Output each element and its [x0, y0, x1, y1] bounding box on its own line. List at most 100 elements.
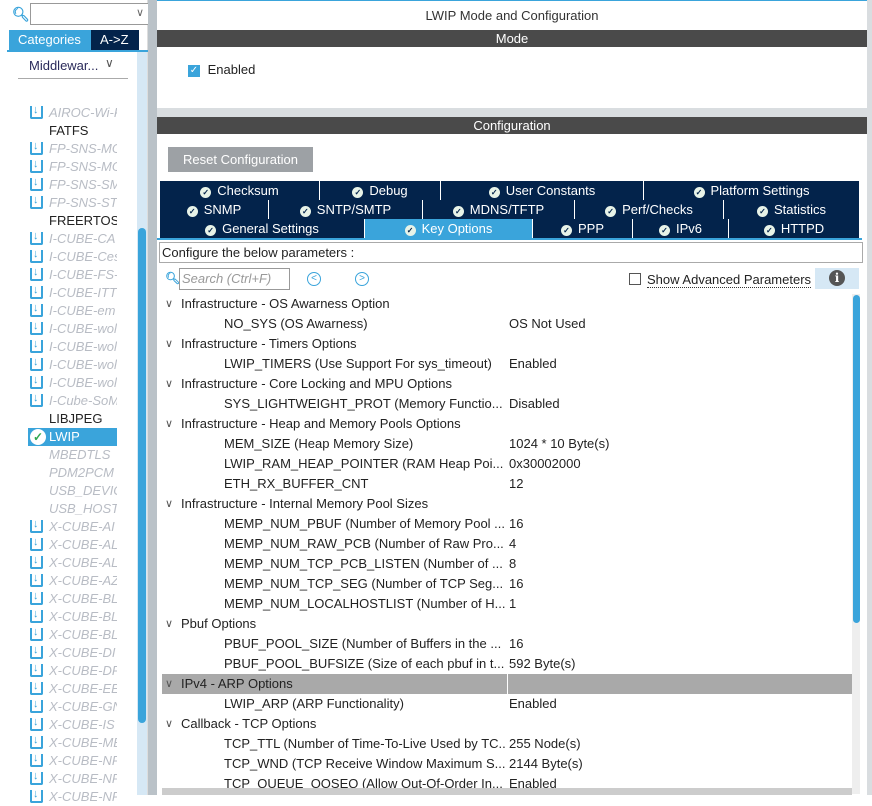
- parameter-value[interactable]: Enabled: [509, 694, 557, 714]
- checkbox-icon[interactable]: [629, 273, 641, 285]
- parameter-value[interactable]: 16: [509, 514, 523, 534]
- parameter-value[interactable]: 4: [509, 534, 516, 554]
- chevron-down-icon[interactable]: ∨: [136, 6, 144, 19]
- parameter-group[interactable]: ∨ Infrastructure - OS Awarness Option: [162, 294, 852, 314]
- component-item[interactable]: X-CUBE-EE: [28, 680, 117, 698]
- component-item[interactable]: MBEDTLS: [28, 446, 117, 464]
- parameter-row[interactable]: PBUF_POOL_SIZE (Number of Buffers in the…: [162, 634, 852, 654]
- parameter-row[interactable]: MEMP_NUM_TCP_PCB_LISTEN (Number of ... 8: [162, 554, 852, 574]
- show-advanced-checkbox[interactable]: Show Advanced Parameters: [629, 272, 812, 288]
- component-item[interactable]: I-CUBE-em: [28, 302, 117, 320]
- tab-snmp[interactable]: ✓ SNMP: [160, 200, 269, 219]
- component-item[interactable]: PDM2PCM: [28, 464, 117, 482]
- parameter-group[interactable]: ∨ Infrastructure - Timers Options: [162, 334, 852, 354]
- tab-user-constants[interactable]: ✓ User Constants: [441, 181, 644, 200]
- component-item[interactable]: I-CUBE-FS-: [28, 266, 117, 284]
- tab-platform-settings[interactable]: ✓ Platform Settings: [644, 181, 860, 200]
- previous-match-button[interactable]: <: [307, 272, 321, 286]
- component-item[interactable]: FP-SNS-MO: [28, 140, 117, 158]
- tab-httpd[interactable]: ✓ HTTPD: [729, 219, 860, 238]
- parameter-group[interactable]: ∨ Infrastructure - Core Locking and MPU O…: [162, 374, 852, 394]
- parameter-row[interactable]: LWIP_RAM_HEAP_POINTER (RAM Heap Poi... 0x…: [162, 454, 852, 474]
- checkbox-checked-icon[interactable]: ✓: [188, 64, 200, 77]
- component-item[interactable]: USB_HOST: [28, 500, 117, 518]
- parameter-row[interactable]: MEM_SIZE (Heap Memory Size) 1024 * 10 Byt…: [162, 434, 852, 454]
- component-item[interactable]: X-CUBE-ME: [28, 734, 117, 752]
- parameter-value[interactable]: 255 Node(s): [509, 734, 581, 754]
- parameter-value[interactable]: Enabled: [509, 354, 557, 374]
- sidebar-scrollbar-thumb[interactable]: [138, 228, 146, 723]
- tab-mdns-tftp[interactable]: ✓ MDNS/TFTP: [423, 200, 575, 219]
- component-item[interactable]: FATFS: [28, 122, 117, 140]
- splitter[interactable]: [148, 0, 157, 795]
- tab-general-settings[interactable]: ✓ General Settings: [160, 219, 365, 238]
- parameter-value[interactable]: 2144 Byte(s): [509, 754, 583, 774]
- tab-categories[interactable]: Categories: [9, 30, 91, 50]
- component-item[interactable]: X-CUBE-BL: [28, 590, 117, 608]
- parameter-row[interactable]: MEMP_NUM_RAW_PCB (Number of Raw Pro... 4: [162, 534, 852, 554]
- parameter-row[interactable]: NO_SYS (OS Awarness) OS Not Used: [162, 314, 852, 334]
- component-item[interactable]: X-CUBE-NF: [28, 770, 117, 788]
- component-item[interactable]: FP-SNS-SM: [28, 176, 117, 194]
- component-item[interactable]: X-CUBE-IS: [28, 716, 117, 734]
- component-item[interactable]: X-CUBE-BL: [28, 608, 117, 626]
- chevron-down-icon[interactable]: ∨: [105, 56, 114, 70]
- component-item[interactable]: X-CUBE-GN: [28, 698, 117, 716]
- component-item[interactable]: I-Cube-SoM: [28, 392, 117, 410]
- tab-a-to-z[interactable]: A->Z: [91, 30, 139, 50]
- component-item[interactable]: X-CUBE-DP: [28, 662, 117, 680]
- parameter-row[interactable]: MEMP_NUM_TCP_SEG (Number of TCP Seg... 16: [162, 574, 852, 594]
- tab-perf-checks[interactable]: ✓ Perf/Checks: [575, 200, 724, 219]
- search-combo[interactable]: ∨: [30, 3, 149, 25]
- parameter-group[interactable]: ∨ IPv4 - ARP Options: [162, 674, 852, 694]
- parameter-scrollbar-thumb[interactable]: [853, 295, 860, 623]
- tab-ppp[interactable]: ✓ PPP: [533, 219, 633, 238]
- component-item[interactable]: X-CUBE-AL: [28, 554, 117, 572]
- component-item[interactable]: I-CUBE-wol: [28, 356, 117, 374]
- reset-configuration-button[interactable]: Reset Configuration: [168, 147, 313, 172]
- parameter-row[interactable]: ETH_RX_BUFFER_CNT 12: [162, 474, 852, 494]
- enabled-checkbox[interactable]: ✓ Enabled: [188, 62, 255, 77]
- component-item[interactable]: USB_DEVIC: [28, 482, 117, 500]
- parameter-value[interactable]: 8: [509, 554, 516, 574]
- component-item[interactable]: I-CUBE-wol: [28, 320, 117, 338]
- chevron-down-icon[interactable]: ∨: [165, 494, 173, 514]
- component-item[interactable]: I-CUBE-wol: [28, 338, 117, 356]
- chevron-down-icon[interactable]: ∨: [165, 334, 173, 354]
- tab-ipv6[interactable]: ✓ IPv6: [633, 219, 729, 238]
- component-item[interactable]: X-CUBE-DI: [28, 644, 117, 662]
- tab-debug[interactable]: ✓ Debug: [320, 181, 441, 200]
- component-item[interactable]: FP-SNS-MO: [28, 158, 117, 176]
- parameter-row[interactable]: MEMP_NUM_LOCALHOSTLIST (Number of H... 1: [162, 594, 852, 614]
- parameter-value[interactable]: 0x30002000: [509, 454, 581, 474]
- parameter-group[interactable]: ∨ Pbuf Options: [162, 614, 852, 634]
- parameter-value[interactable]: 1024 * 10 Byte(s): [509, 434, 609, 454]
- component-item[interactable]: I-CUBE-CA: [28, 230, 117, 248]
- parameter-row[interactable]: PBUF_POOL_BUFSIZE (Size of each pbuf in …: [162, 654, 852, 674]
- category-select[interactable]: Middlewar...: [29, 58, 98, 73]
- chevron-down-icon[interactable]: ∨: [165, 674, 173, 694]
- parameter-value[interactable]: 592 Byte(s): [509, 654, 575, 674]
- parameter-value[interactable]: 16: [509, 574, 523, 594]
- tab-checksum[interactable]: ✓ Checksum: [160, 181, 320, 200]
- tab-sntp-smtp[interactable]: ✓ SNTP/SMTP: [269, 200, 423, 219]
- parameter-value[interactable]: 16: [509, 634, 523, 654]
- horizontal-scrollbar[interactable]: [162, 788, 852, 795]
- tab-statistics[interactable]: ✓ Statistics: [724, 200, 860, 219]
- component-item[interactable]: FP-SNS-ST: [28, 194, 117, 212]
- component-item[interactable]: X-CUBE-AZ: [28, 572, 117, 590]
- component-item[interactable]: X-CUBE-NF: [28, 752, 117, 770]
- component-item[interactable]: I-CUBE-wol: [28, 374, 117, 392]
- component-item[interactable]: X-CUBE-AL: [28, 536, 117, 554]
- parameter-value[interactable]: 12: [509, 474, 523, 494]
- component-item[interactable]: I-CUBE-ITT: [28, 284, 117, 302]
- component-item[interactable]: I-CUBE-Ces: [28, 248, 117, 266]
- parameter-row[interactable]: LWIP_ARP (ARP Functionality) Enabled: [162, 694, 852, 714]
- parameter-value[interactable]: Disabled: [509, 394, 560, 414]
- parameter-row[interactable]: LWIP_TIMERS (Use Support For sys_timeout…: [162, 354, 852, 374]
- search-input[interactable]: Search (Ctrl+F): [179, 268, 290, 290]
- search-icon[interactable]: 🔍︎: [12, 6, 30, 23]
- parameter-row[interactable]: MEMP_NUM_PBUF (Number of Memory Pool ...…: [162, 514, 852, 534]
- chevron-down-icon[interactable]: ∨: [165, 414, 173, 434]
- tab-key-options[interactable]: ✓ Key Options: [365, 219, 533, 238]
